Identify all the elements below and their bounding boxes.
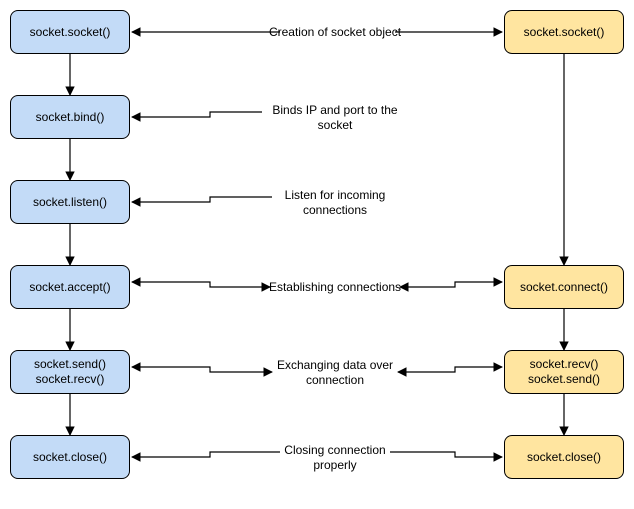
arrow-cap5-s5 [132,452,280,457]
arrow-layer [0,0,634,509]
arrow-cap3-c3 [400,282,502,287]
arrow-cap3-s3 [132,282,270,287]
arrow-cap4-s4 [132,367,272,372]
arrow-cap1-s1 [132,112,262,117]
arrow-cap4-c4 [398,367,502,372]
flowchart-canvas: socket.socket() socket.bind() socket.lis… [0,0,634,509]
arrow-cap2-s2 [132,197,272,202]
arrow-cap5-c5 [390,452,502,457]
